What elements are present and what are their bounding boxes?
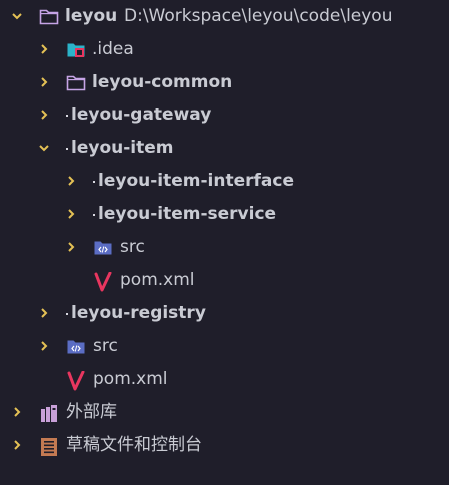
tree-item-leyou-root[interactable]: leyou D:\Workspace\leyou\code\leyou <box>0 0 449 33</box>
module-dot-icon <box>93 181 95 183</box>
tree-item-label: src <box>93 336 118 356</box>
tree-item-leyou-item-interface[interactable]: leyou-item-interface <box>0 165 449 198</box>
module-dot-icon <box>93 214 95 216</box>
tree-item-root-pom[interactable]: pom.xml <box>0 363 449 396</box>
tree-item-label: 草稿文件和控制台 <box>66 435 202 455</box>
tree-item-item-src[interactable]: src <box>0 231 449 264</box>
module-dot-icon <box>66 148 68 150</box>
tree-item-label: leyou-item <box>71 138 174 158</box>
module-dot-icon <box>66 313 68 315</box>
tree-item-label: pom.xml <box>93 369 168 389</box>
tree-item-leyou-item[interactable]: leyou-item <box>0 132 449 165</box>
tree-item-leyou-common[interactable]: leyou-common <box>0 66 449 99</box>
tree-item-label: leyou-registry <box>71 303 206 323</box>
tree-item-label: leyou-common <box>92 72 233 92</box>
tree-item-item-pom[interactable]: pom.xml <box>0 264 449 297</box>
tree-item-label: leyou <box>65 6 118 26</box>
tree-item-label: pom.xml <box>120 270 195 290</box>
idea-folder-icon <box>66 41 86 59</box>
tree-item-label: 外部库 <box>66 402 117 422</box>
tree-item-leyou-registry[interactable]: leyou-registry <box>0 297 449 330</box>
tree-item-leyou-gateway[interactable]: leyou-gateway <box>0 99 449 132</box>
tree-item-idea[interactable]: .idea <box>0 33 449 66</box>
source-folder-icon <box>66 338 86 356</box>
folder-icon <box>39 8 59 26</box>
source-folder-icon <box>93 239 113 257</box>
tree-item-leyou-item-service[interactable]: leyou-item-service <box>0 198 449 231</box>
maven-icon <box>93 272 113 292</box>
tree-item-label: leyou-item-service <box>98 204 277 224</box>
folder-icon <box>66 74 86 92</box>
tree-item-root-src[interactable]: src <box>0 330 449 363</box>
module-dot-icon <box>66 115 68 117</box>
project-tree: leyou D:\Workspace\leyou\code\leyou .ide… <box>0 0 449 485</box>
library-icon <box>39 404 59 422</box>
maven-icon <box>66 371 86 391</box>
tree-item-external-libraries[interactable]: 外部库 <box>0 396 449 429</box>
project-path: D:\Workspace\leyou\code\leyou <box>124 6 393 26</box>
tree-item-label: leyou-item-interface <box>98 171 294 191</box>
tree-item-label: leyou-gateway <box>71 105 212 125</box>
scratch-file-icon <box>39 437 59 456</box>
tree-item-label: src <box>120 237 145 257</box>
tree-item-scratches[interactable]: 草稿文件和控制台 <box>0 429 449 462</box>
tree-item-label: .idea <box>92 39 134 59</box>
